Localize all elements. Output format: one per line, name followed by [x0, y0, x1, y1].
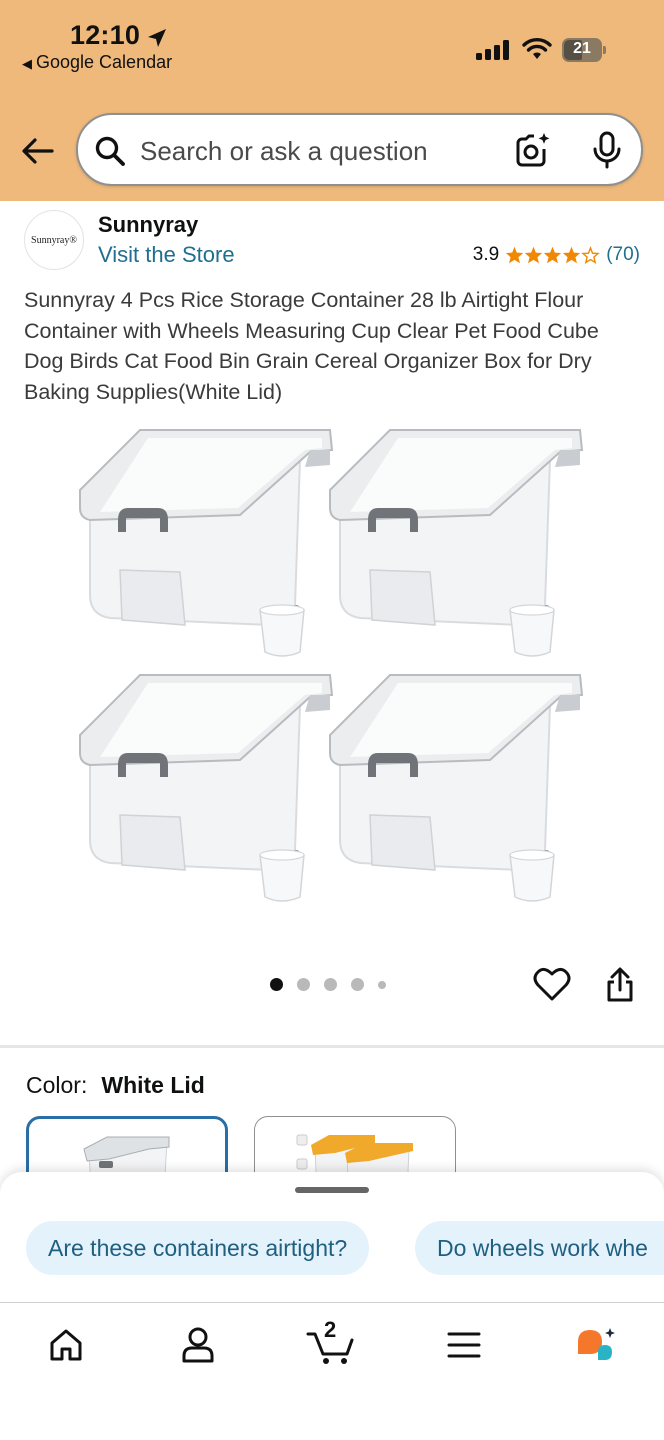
search-bar[interactable]	[76, 113, 643, 186]
star-icon	[525, 246, 543, 264]
pagination-dot[interactable]	[324, 978, 337, 991]
cart-count-badge: 2	[324, 1317, 337, 1342]
rufus-icon	[578, 1328, 615, 1360]
product-title: Sunnyray 4 Pcs Rice Storage Container 28…	[24, 288, 599, 404]
heart-icon[interactable]	[533, 966, 571, 1002]
color-label: Color:	[26, 1072, 88, 1098]
rufus-suggestion-sheet[interactable]: Are these containers airtight? Do wheels…	[0, 1172, 664, 1302]
tab-cart[interactable]: 2	[300, 1317, 360, 1367]
tab-account[interactable]	[168, 1323, 228, 1367]
star-icon	[563, 246, 581, 264]
gallery-pagination	[270, 978, 400, 991]
back-triangle-icon: ◀	[22, 56, 32, 71]
star-rating	[505, 246, 600, 264]
rating-count: (70)	[606, 244, 640, 265]
home-icon	[50, 1329, 82, 1361]
bottom-tab-bar: 2	[0, 1302, 664, 1440]
camera-lens-icon[interactable]	[514, 131, 552, 169]
location-arrow-icon	[148, 29, 166, 47]
color-selection: Color: White Lid	[26, 1072, 205, 1099]
wifi-icon	[522, 38, 552, 59]
suggestion-chip[interactable]: Are these containers airtight?	[26, 1221, 370, 1275]
pagination-dot[interactable]	[270, 978, 283, 991]
tab-rufus[interactable]	[566, 1323, 626, 1367]
back-app-label: Google Calendar	[36, 52, 173, 72]
cellular-signal-icon	[476, 40, 509, 60]
rating-summary[interactable]: 3.9 (70)	[473, 244, 640, 266]
pagination-dot[interactable]	[351, 978, 364, 991]
visit-store-link[interactable]: Visit the Store	[98, 242, 235, 268]
sheet-drag-handle[interactable]	[295, 1187, 369, 1193]
battery-indicator: 21	[562, 38, 606, 62]
pagination-dot[interactable]	[378, 980, 386, 989]
back-to-app[interactable]: ◀ Google Calendar	[22, 52, 172, 73]
star-outline-icon	[581, 246, 600, 264]
header: 12:10 ◀ Google Calendar 21	[0, 0, 664, 201]
pagination-dot[interactable]	[297, 978, 310, 991]
menu-icon	[447, 1332, 481, 1358]
brand-name: Sunnyray	[98, 212, 199, 237]
share-icon[interactable]	[604, 966, 636, 1004]
brand-logo-text: Sunnyray®	[31, 234, 77, 246]
color-value: White Lid	[101, 1072, 205, 1098]
brand-logo[interactable]: Sunnyray®	[24, 210, 84, 270]
suggestion-chip[interactable]: Do wheels work whe	[415, 1221, 664, 1275]
battery-level-text: 21	[573, 40, 591, 57]
back-arrow-icon[interactable]	[20, 133, 56, 169]
status-time: 12:10	[70, 20, 141, 50]
section-divider	[0, 1045, 664, 1048]
star-icon	[506, 246, 524, 264]
product-image[interactable]	[60, 415, 600, 925]
account-icon	[182, 1327, 214, 1363]
tab-menu[interactable]	[434, 1323, 494, 1367]
tab-home[interactable]	[36, 1323, 96, 1367]
star-icon	[544, 246, 562, 264]
search-icon	[95, 136, 125, 166]
search-input[interactable]	[140, 131, 500, 171]
microphone-icon[interactable]	[592, 131, 622, 171]
rating-value: 3.9	[472, 244, 500, 265]
